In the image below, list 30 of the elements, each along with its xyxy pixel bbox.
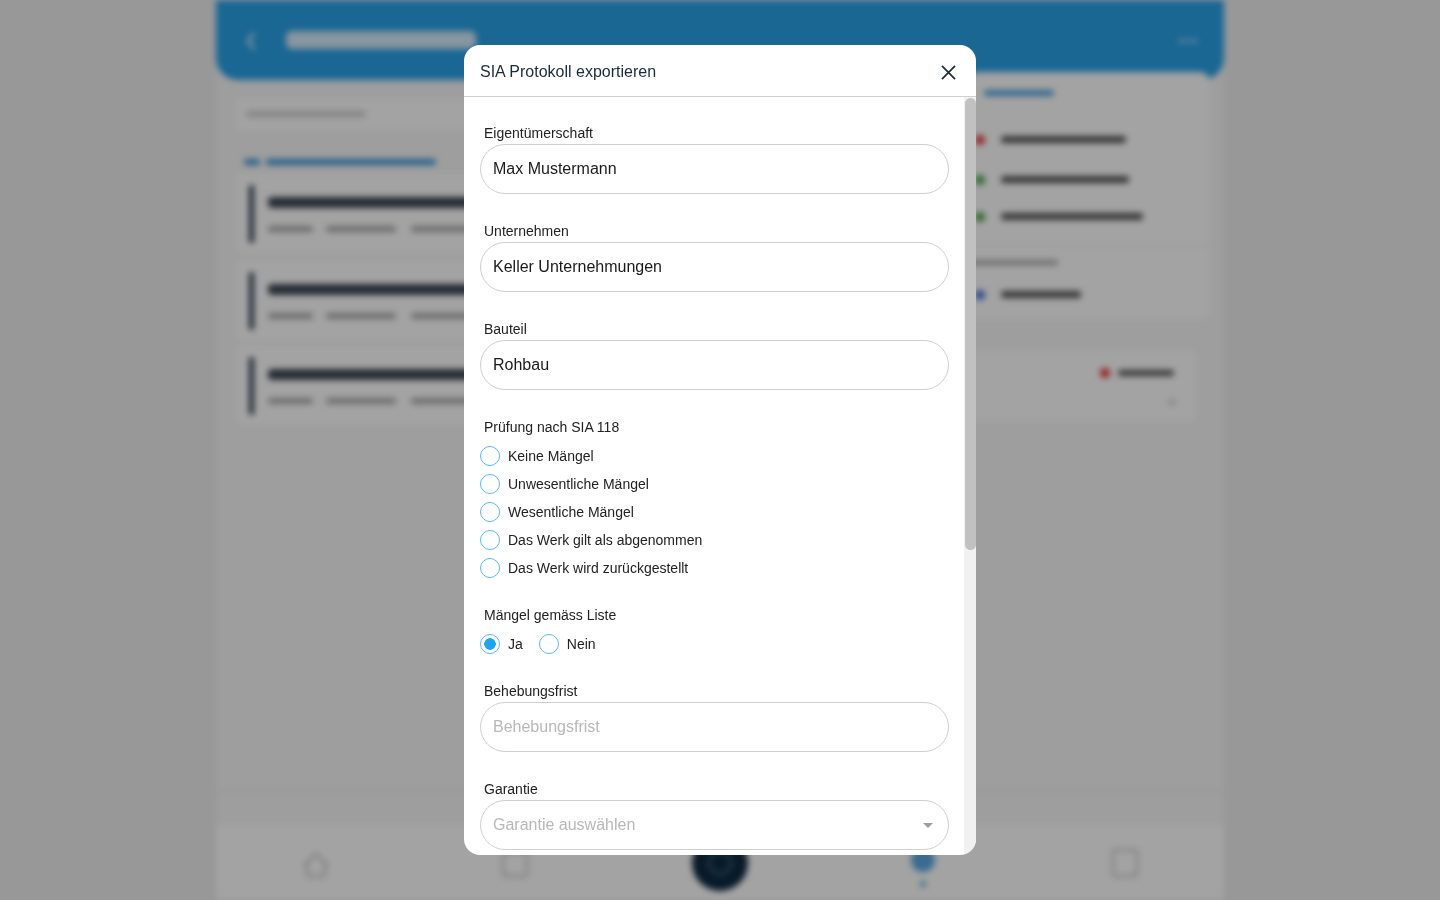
field-label: Mängel gemäss Liste (484, 607, 617, 624)
field-label: Eigentümerschaft (484, 125, 593, 142)
radio-label[interactable]: Unwesentliche Mängel (508, 476, 649, 492)
radio-label[interactable]: Das Werk wird zurückgestellt (508, 560, 689, 576)
radio-label[interactable]: Wesentliche Mängel (508, 504, 634, 520)
radio-button[interactable] (480, 634, 500, 654)
close-icon[interactable] (941, 64, 956, 80)
dialog-title: SIA Protokoll exportieren (480, 63, 657, 81)
radio-label[interactable]: Nein (566, 636, 596, 652)
text-input[interactable]: Max Mustermann (480, 144, 949, 194)
radio-button[interactable] (480, 502, 500, 522)
radio-label[interactable]: Das Werk gilt als abgenommen (508, 532, 703, 548)
text-input[interactable]: Rohbau (480, 340, 949, 390)
text-input[interactable]: Behebungsfrist (480, 702, 949, 752)
radio-label[interactable]: Ja (508, 636, 523, 652)
field-label: Unternehmen (484, 223, 569, 240)
caret-icon (923, 822, 933, 828)
radio-button[interactable] (480, 446, 500, 466)
radio-button[interactable] (538, 634, 559, 654)
field-label: Behebungsfrist (484, 683, 578, 700)
field-label: Garantie (484, 781, 538, 798)
field-label: Prüfung nach SIA 118 (484, 419, 620, 436)
radio-button[interactable] (480, 558, 500, 578)
scrollbar[interactable] (964, 97, 976, 855)
field-label: Bauteil (484, 321, 527, 338)
radio-button[interactable] (480, 474, 500, 494)
scrollbar-thumb[interactable] (965, 98, 976, 550)
radio-label[interactable]: Keine Mängel (508, 448, 594, 464)
text-input[interactable]: Keller Unternehmungen (480, 242, 949, 292)
radio-button[interactable] (480, 530, 500, 550)
